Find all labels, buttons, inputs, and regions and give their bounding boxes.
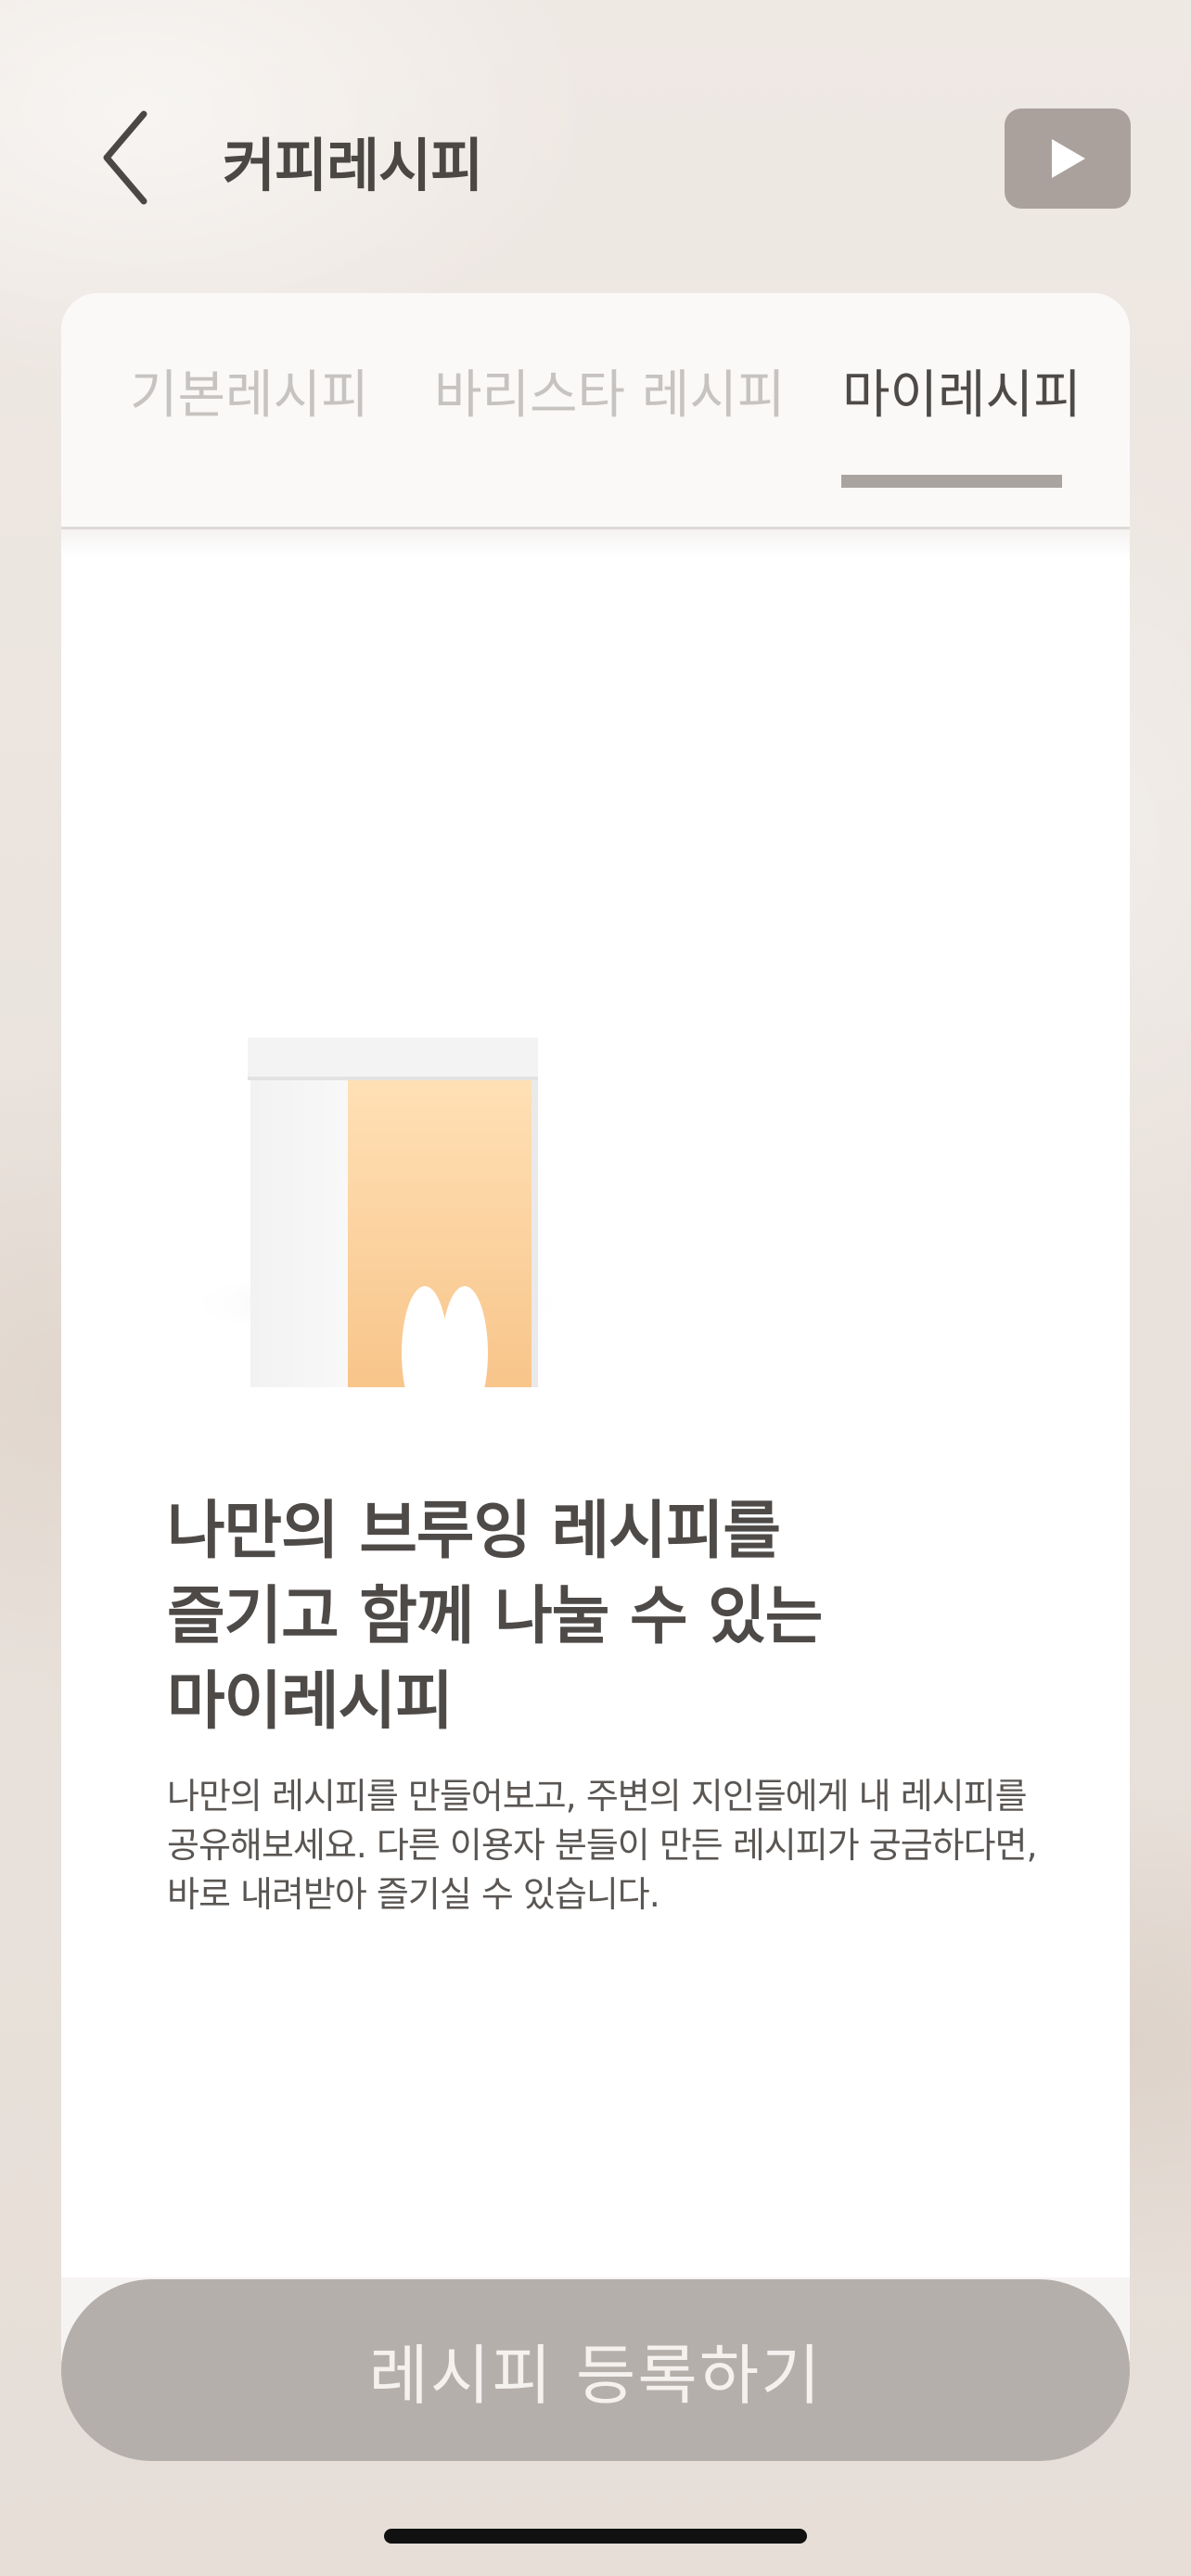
headline-line: 나만의 브루잉 레시피를 xyxy=(167,1495,781,1568)
description: 나만의 레시피를 만들어보고, 주변의 지인들에게 내 레시피를 공유해보세요.… xyxy=(167,1772,1095,1919)
chevron-left-icon xyxy=(103,110,147,205)
active-tab-indicator xyxy=(841,475,1062,488)
description-line: 바로 내려받아 즐기실 수 있습니다. xyxy=(167,1874,660,1915)
home-indicator xyxy=(384,2529,807,2544)
headline: 나만의 브루잉 레시피를 즐기고 함께 나눌 수 있는 마이레시피 xyxy=(167,1489,1076,1745)
header: 커피레시피 xyxy=(0,83,1191,232)
coffee-bag-with-beans-icon xyxy=(182,1038,727,1690)
register-recipe-label: 레시피 등록하기 xyxy=(368,2337,823,2414)
tab-shadow xyxy=(61,529,1130,557)
description-line: 공유해보세요. 다른 이용자 분들이 만든 레시피가 궁금하다면, xyxy=(167,1825,1038,1866)
register-recipe-button[interactable]: 레시피 등록하기 xyxy=(61,2279,1130,2461)
play-button[interactable] xyxy=(1005,108,1131,209)
tab-my-recipe[interactable]: 마이레시피 xyxy=(842,353,1082,428)
tab-bar: 기본레시피 바리스타 레시피 마이레시피 xyxy=(61,293,1130,529)
headline-line: 즐기고 함께 나눌 수 있는 xyxy=(167,1580,823,1653)
tab-barista-recipe[interactable]: 바리스타 레시피 xyxy=(434,353,785,428)
coffee-bag-illustration xyxy=(154,720,803,1690)
back-button[interactable] xyxy=(83,93,167,223)
page-title: 커피레시피 xyxy=(223,132,483,199)
recipe-card: 기본레시피 바리스타 레시피 마이레시피 나만의 브루잉 레시피를 즐기고 함께… xyxy=(61,293,1130,2361)
headline-line: 마이레시피 xyxy=(167,1665,454,1739)
description-line: 나만의 레시피를 만들어보고, 주변의 지인들에게 내 레시피를 xyxy=(167,1776,1028,1817)
play-icon xyxy=(1052,139,1085,178)
tab-basic-recipe[interactable]: 기본레시피 xyxy=(130,353,369,428)
